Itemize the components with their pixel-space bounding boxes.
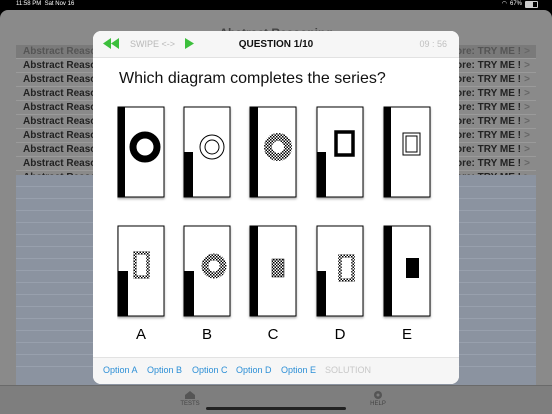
chevron-right-icon: > bbox=[524, 60, 530, 71]
question-counter: QUESTION 1/10 bbox=[238, 39, 314, 50]
home-indicator bbox=[206, 407, 346, 410]
option-b-button[interactable]: Option B bbox=[147, 365, 182, 375]
series-frame-3 bbox=[249, 106, 297, 198]
wifi-icon: ◠ bbox=[501, 1, 507, 7]
answer-frame-d bbox=[316, 225, 364, 317]
answer-frame-b bbox=[183, 225, 231, 317]
puzzle-image: A B C D E bbox=[117, 106, 431, 343]
chevron-right-icon: > bbox=[524, 102, 530, 113]
battery-icon bbox=[525, 1, 538, 8]
series-frame-4 bbox=[316, 106, 364, 198]
options-bar: Option A Option B Option C Option D Opti… bbox=[93, 357, 459, 384]
option-d-button[interactable]: Option D bbox=[236, 365, 272, 375]
home-icon bbox=[185, 391, 195, 399]
chevron-right-icon: > bbox=[524, 144, 530, 155]
answer-letter-a: A bbox=[136, 326, 146, 343]
chevron-right-icon: > bbox=[524, 88, 530, 99]
answer-frame-e bbox=[383, 225, 431, 317]
answer-frame-a bbox=[117, 225, 165, 317]
status-time: 11:58 PM Sat Nov 16 bbox=[16, 1, 75, 7]
series-frame-5 bbox=[383, 106, 431, 198]
chevron-right-icon: > bbox=[524, 130, 530, 141]
chevron-right-icon: > bbox=[524, 116, 530, 127]
option-e-button[interactable]: Option E bbox=[281, 365, 316, 375]
answer-letter-c: C bbox=[268, 326, 279, 343]
tab-tests[interactable]: TESTS bbox=[160, 390, 220, 407]
series-frame-1 bbox=[117, 106, 165, 198]
option-c-button[interactable]: Option C bbox=[192, 365, 228, 375]
gear-icon bbox=[374, 391, 382, 399]
answer-letter-b: B bbox=[202, 326, 212, 343]
solution-button[interactable]: SOLUTION bbox=[325, 365, 371, 375]
option-a-button[interactable]: Option A bbox=[103, 365, 138, 375]
answer-letter-d: D bbox=[335, 326, 346, 343]
chevron-right-icon: > bbox=[524, 74, 530, 85]
chevron-right-icon: > bbox=[524, 46, 530, 57]
question-modal: SWIPE <-> QUESTION 1/10 09 : 56 Which di… bbox=[93, 31, 459, 384]
question-text: Which diagram completes the series? bbox=[119, 70, 386, 87]
series-frame-2 bbox=[183, 106, 231, 198]
chevron-right-icon: > bbox=[524, 158, 530, 169]
answer-frame-c bbox=[249, 225, 297, 317]
countdown-timer: 09 : 56 bbox=[419, 39, 447, 49]
modal-header: SWIPE <-> QUESTION 1/10 09 : 56 bbox=[93, 31, 459, 58]
battery-percent: 67% bbox=[509, 1, 522, 7]
answer-letter-e: E bbox=[402, 326, 412, 343]
status-bar: 11:58 PM Sat Nov 16 ◠ 67% bbox=[0, 0, 552, 9]
tab-help[interactable]: HELP bbox=[348, 390, 408, 407]
status-right: ◠ 67% bbox=[502, 0, 538, 9]
